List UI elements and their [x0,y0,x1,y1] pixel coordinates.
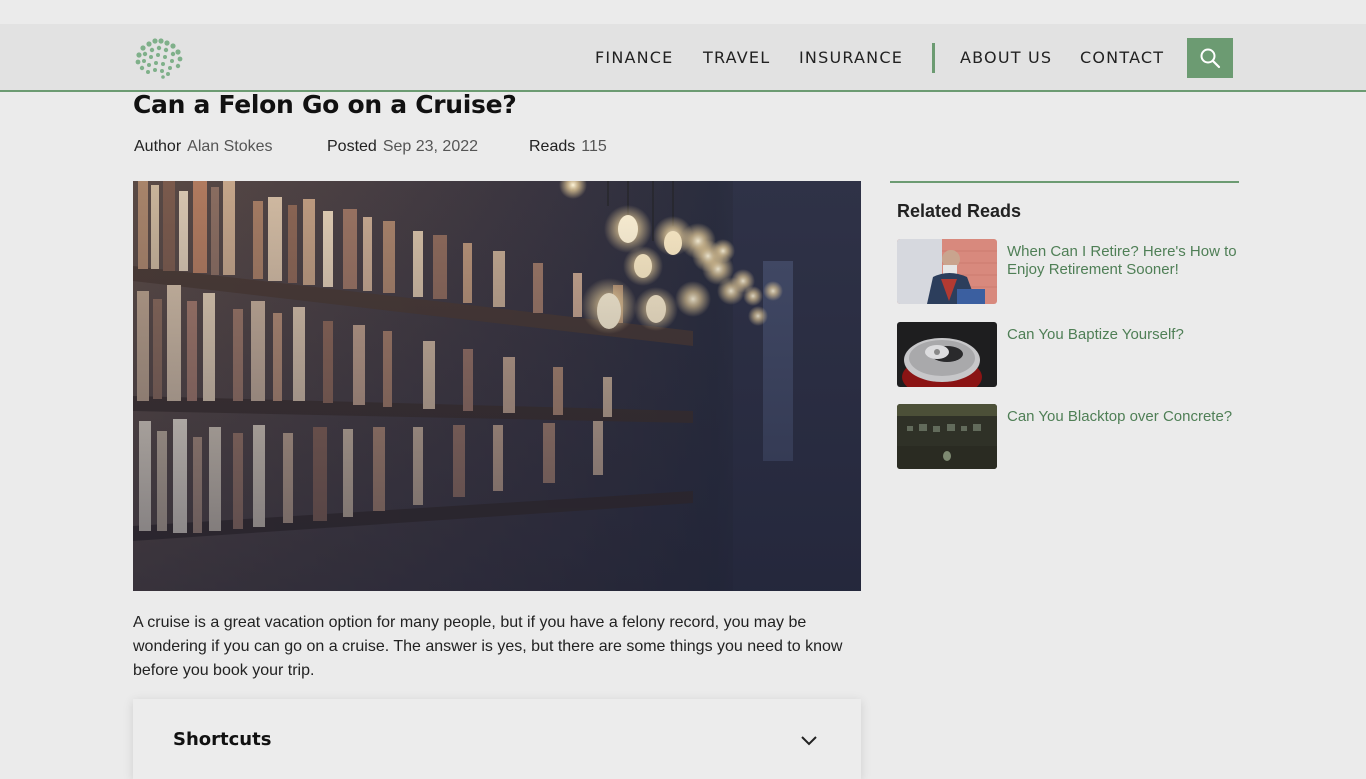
search-button[interactable] [1187,38,1233,78]
nav-divider [932,43,935,73]
site-header: FINANCE TRAVEL INSURANCE ABOUT US CONTAC… [0,24,1366,92]
author-name[interactable]: Alan Stokes [187,138,272,155]
posted-date: Sep 23, 2022 [382,138,479,155]
related-item[interactable]: When Can I Retire? Here's How to Enjoy R… [897,239,1237,305]
nav-travel[interactable]: TRAVEL [703,48,770,67]
meta-posted: Posted Sep 23, 2022 [327,138,478,156]
chevron-down-icon[interactable] [800,734,818,746]
sidebar-divider [890,181,1239,183]
related-thumbnail[interactable] [897,404,997,469]
nav-contact[interactable]: CONTACT [1080,48,1164,67]
search-icon [1200,48,1221,69]
related-thumbnail[interactable] [897,322,997,387]
reads-label: Reads [529,138,576,155]
meta-reads: Reads 115 [529,138,607,156]
related-item[interactable]: Can You Blacktop over Concrete? [897,404,1237,470]
hero-image-library [133,181,861,591]
reads-count: 115 [581,138,607,155]
related-link[interactable]: Can You Blacktop over Concrete? [1007,408,1237,426]
brain-logo-icon[interactable] [133,36,185,80]
author-label: Author [134,138,182,155]
posted-label: Posted [327,138,377,155]
shortcuts-panel[interactable]: Shortcuts [133,699,861,779]
meta-author: Author Alan Stokes [134,138,273,156]
related-item[interactable]: Can You Baptize Yourself? [897,322,1237,388]
nav-finance[interactable]: FINANCE [595,48,674,67]
article-title: Can a Felon Go on a Cruise? [133,90,517,119]
nav-about-us[interactable]: ABOUT US [960,48,1052,67]
article-intro: A cruise is a great vacation option for … [133,614,843,679]
shortcuts-label: Shortcuts [173,729,272,750]
top-strip [0,0,1366,24]
related-reads-title: Related Reads [897,201,1022,221]
related-link[interactable]: Can You Baptize Yourself? [1007,326,1237,344]
related-link[interactable]: When Can I Retire? Here's How to Enjoy R… [1007,243,1237,279]
nav-insurance[interactable]: INSURANCE [799,48,903,67]
related-thumbnail[interactable] [897,239,997,304]
